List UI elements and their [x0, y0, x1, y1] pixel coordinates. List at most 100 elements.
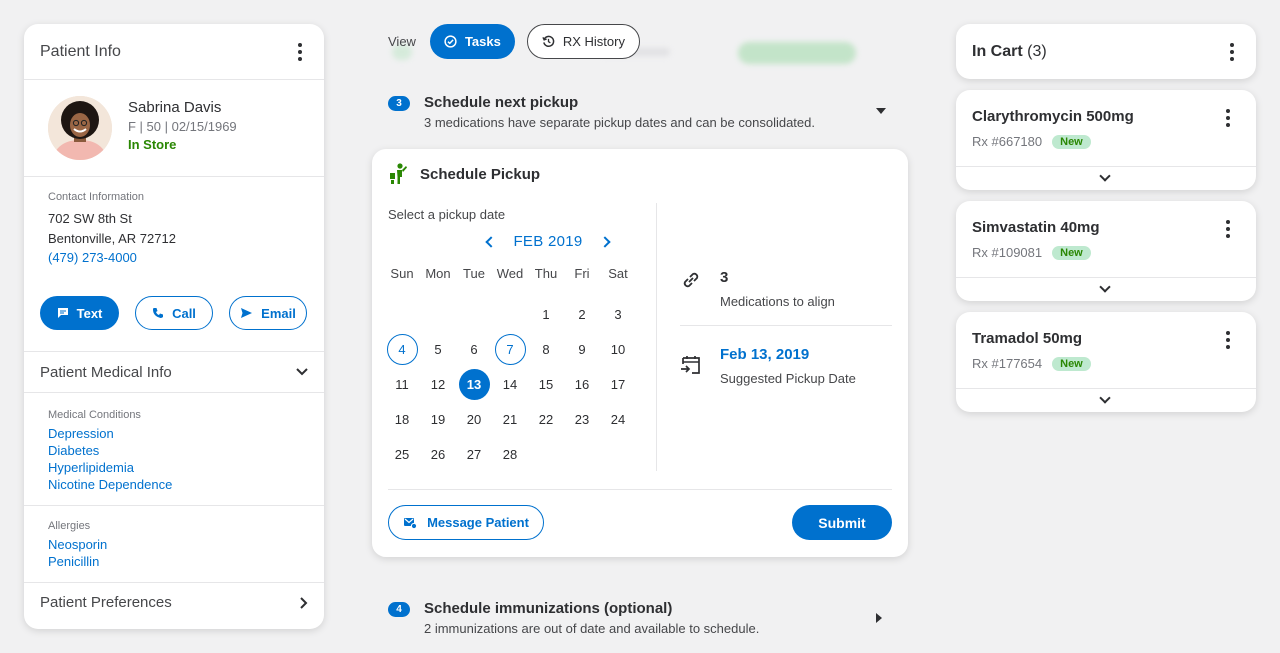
message-icon	[404, 517, 418, 529]
email-button[interactable]: Email	[229, 296, 307, 330]
calendar-day[interactable]: 26	[420, 437, 456, 472]
new-badge: New	[1052, 356, 1091, 371]
calendar-day[interactable]: 21	[492, 402, 528, 437]
calendar-day[interactable]: 20	[456, 402, 492, 437]
day-number: 7	[494, 334, 526, 365]
task-number-badge: 4	[388, 602, 410, 617]
task-schedule-immunizations[interactable]: 4 Schedule immunizations (optional) 2 im…	[388, 600, 888, 636]
patient-info-header: Patient Info	[24, 24, 324, 80]
weekday-label: Sun	[390, 265, 414, 281]
day-number: 12	[430, 377, 446, 392]
divider	[680, 325, 892, 326]
chevron-right-icon	[300, 596, 308, 609]
call-button[interactable]: Call	[135, 296, 213, 330]
calendar-day[interactable]: 23	[564, 402, 600, 437]
condition-item[interactable]: Nicotine Dependence	[48, 476, 300, 493]
next-month-icon[interactable]	[598, 235, 611, 248]
rx-number: Rx #667180	[972, 134, 1043, 149]
day-number: 26	[430, 447, 446, 462]
calendar-day[interactable]: 2	[564, 297, 600, 332]
day-number: 27	[466, 447, 482, 462]
task-number-badge: 3	[388, 96, 410, 111]
condition-item[interactable]: Diabetes	[48, 442, 300, 459]
calendar-day[interactable]: 1	[528, 297, 564, 332]
day-number: 22	[538, 412, 554, 427]
calendar-day[interactable]: 10	[600, 332, 636, 367]
calendar-day[interactable]: 5	[420, 332, 456, 367]
history-icon	[542, 35, 555, 47]
calendar-day[interactable]: 19	[420, 402, 456, 437]
phone-link[interactable]: (479) 273-4000	[48, 250, 300, 265]
calendar-day[interactable]: 15	[528, 367, 564, 402]
collapse-caret-icon[interactable]	[876, 108, 886, 114]
calendar-day[interactable]: 14	[492, 367, 528, 402]
view-label: View	[388, 34, 416, 49]
tab-rx-history[interactable]: RX History	[526, 24, 640, 59]
suggested-date: Feb 13, 2019	[720, 346, 810, 363]
day-number: 14	[502, 377, 518, 392]
message-patient-button[interactable]: Message Patient	[388, 505, 544, 540]
select-date-label: Select a pickup date	[388, 207, 506, 222]
condition-item[interactable]: Depression	[48, 425, 300, 442]
day-number: 19	[430, 412, 446, 427]
current-month: FEB 2019	[513, 233, 583, 250]
more-options-icon[interactable]	[292, 42, 308, 62]
medication-name: Simvastatin 40mg	[972, 219, 1100, 236]
chevron-down-icon[interactable]	[1099, 392, 1111, 404]
day-number: 17	[610, 377, 626, 392]
expand-caret-icon[interactable]	[876, 613, 882, 623]
calendar-day[interactable]: 25	[384, 437, 420, 472]
contact-actions: Text Call Email	[24, 296, 324, 352]
calendar-day[interactable]: 11	[384, 367, 420, 402]
task-schedule-next-pickup[interactable]: 3 Schedule next pickup 3 medications hav…	[388, 94, 888, 130]
calendar-day[interactable]: 4	[384, 332, 420, 367]
cart-count: (3)	[1027, 42, 1047, 60]
allergy-item[interactable]: Penicillin	[48, 553, 300, 570]
calendar-day[interactable]: 17	[600, 367, 636, 402]
patient-demographics: F | 50 | 02/15/1969	[128, 119, 237, 134]
chevron-down-icon[interactable]	[1099, 170, 1111, 182]
chevron-down-icon[interactable]	[1099, 281, 1111, 293]
check-circle-icon	[444, 35, 457, 48]
submit-button[interactable]: Submit	[792, 505, 892, 540]
calendar-day[interactable]: 27	[456, 437, 492, 472]
allergy-item[interactable]: Neosporin	[48, 536, 300, 553]
text-button[interactable]: Text	[40, 296, 119, 330]
day-number: 25	[394, 447, 410, 462]
day-number: 4	[386, 334, 418, 365]
calendar-day[interactable]: 12	[420, 367, 456, 402]
medical-conditions: Medical Conditions Depression Diabetes H…	[24, 392, 324, 505]
view-switcher: View Tasks RX History	[388, 24, 640, 59]
blurred-status-pill	[738, 42, 856, 64]
calendar-day[interactable]: 16	[564, 367, 600, 402]
new-badge: New	[1052, 134, 1091, 149]
calendar-day[interactable]: 28	[492, 437, 528, 472]
patient-info-title: Patient Info	[40, 42, 121, 60]
calendar-day[interactable]: 18	[384, 402, 420, 437]
calendar-day[interactable]: 22	[528, 402, 564, 437]
more-options-icon[interactable]	[1224, 42, 1240, 62]
prev-month-icon[interactable]	[485, 235, 498, 248]
patient-preferences-link[interactable]: Patient Preferences	[24, 582, 324, 622]
calendar-grid: Sun Mon Tue Wed Thu Fri Sat 1 2 3 4 5 6 7 8 9 10 11 12 13 14…	[384, 263, 636, 472]
more-options-icon[interactable]	[1220, 330, 1236, 350]
day-number: 23	[574, 412, 590, 427]
day-number: 9	[578, 342, 586, 357]
calendar-day[interactable]: 9	[564, 332, 600, 367]
patient-medical-info-toggle[interactable]: Patient Medical Info	[24, 352, 324, 392]
calendar-day[interactable]: 7	[492, 332, 528, 367]
calendar-day[interactable]: 24	[600, 402, 636, 437]
divider	[388, 489, 892, 490]
more-options-icon[interactable]	[1220, 108, 1236, 128]
tab-tasks[interactable]: Tasks	[429, 24, 515, 59]
calendar-day[interactable]: 3	[600, 297, 636, 332]
calendar-day[interactable]: 6	[456, 332, 492, 367]
calendar-day[interactable]: 13	[456, 367, 492, 402]
patient-status: In Store	[128, 137, 177, 152]
more-options-icon[interactable]	[1220, 219, 1236, 239]
condition-item[interactable]: Hyperlipidemia	[48, 459, 300, 476]
day-number: 28	[502, 447, 518, 462]
calendar-day[interactable]: 8	[528, 332, 564, 367]
weekday-label: Thu	[534, 265, 558, 281]
